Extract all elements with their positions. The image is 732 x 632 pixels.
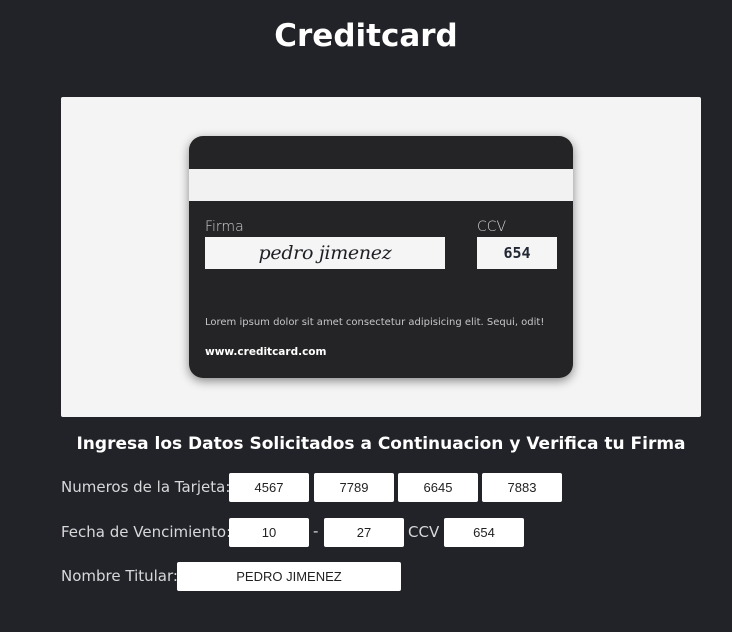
page: Creditcard Firma CCV pedro jimenez 654 L… bbox=[0, 0, 732, 632]
card-number-group-4[interactable] bbox=[482, 473, 562, 502]
card-website: www.creditcard.com bbox=[205, 346, 327, 358]
expiry-label: Fecha de Vencimiento: bbox=[61, 523, 232, 541]
expiry-year-input[interactable] bbox=[324, 518, 404, 547]
form-ccv-label: CCV bbox=[408, 523, 440, 541]
signature-strip: pedro jimenez bbox=[205, 237, 445, 269]
card-number-group-3[interactable] bbox=[398, 473, 478, 502]
card-preview-panel: Firma CCV pedro jimenez 654 Lorem ipsum … bbox=[61, 97, 701, 417]
signature-text: pedro jimenez bbox=[258, 242, 392, 264]
ccv-input[interactable] bbox=[444, 518, 524, 547]
signature-label: Firma bbox=[205, 219, 244, 235]
card-ccv-label: CCV bbox=[477, 219, 507, 235]
magnetic-stripe bbox=[189, 169, 573, 201]
holder-name-label: Nombre Titular: bbox=[61, 567, 178, 585]
card-number-label: Numeros de la Tarjeta: bbox=[61, 478, 231, 496]
card-number-group-1[interactable] bbox=[229, 473, 309, 502]
card-disclaimer: Lorem ipsum dolor sit amet consectetur a… bbox=[205, 317, 545, 328]
credit-card-back: Firma CCV pedro jimenez 654 Lorem ipsum … bbox=[189, 136, 573, 378]
expiry-separator: - bbox=[313, 522, 319, 540]
expiry-month-input[interactable] bbox=[229, 518, 309, 547]
page-title: Creditcard bbox=[274, 18, 458, 54]
holder-name-input[interactable] bbox=[177, 562, 401, 591]
card-number-group-2[interactable] bbox=[314, 473, 394, 502]
form-instructions: Ingresa los Datos Solicitados a Continua… bbox=[76, 434, 686, 454]
card-ccv-value: 654 bbox=[477, 237, 557, 269]
